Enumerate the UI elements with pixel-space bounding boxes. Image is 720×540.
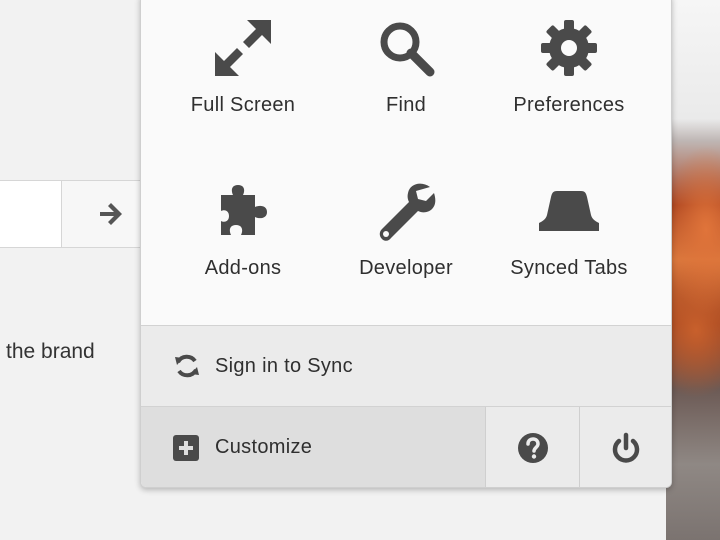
menu-item-full-screen[interactable]: Full Screen xyxy=(161,16,325,166)
puzzle-piece-icon xyxy=(221,185,267,235)
menu-item-synced-tabs[interactable]: Synced Tabs xyxy=(487,179,651,329)
help-icon xyxy=(517,432,548,463)
sync-icon xyxy=(175,354,199,378)
menu-item-developer[interactable]: Developer xyxy=(324,179,488,329)
quit-button[interactable] xyxy=(580,407,671,487)
url-input[interactable] xyxy=(0,180,62,248)
customize-button[interactable]: Customize xyxy=(141,407,486,487)
page-body-text: the brand xyxy=(6,340,95,363)
help-button[interactable] xyxy=(486,407,580,487)
search-icon xyxy=(380,22,435,77)
menu-item-find[interactable]: Find xyxy=(324,16,488,166)
menu-grid: Full Screen Find Preferences Add-ons Dev… xyxy=(141,0,671,325)
menu-item-preferences[interactable]: Preferences xyxy=(487,16,651,166)
menu-item-label: Preferences xyxy=(513,94,625,116)
menu-footer: Customize xyxy=(141,407,671,487)
gear-icon xyxy=(541,20,597,76)
wrench-icon xyxy=(379,183,436,241)
go-button[interactable] xyxy=(62,180,142,248)
customize-label: Customize xyxy=(215,436,313,458)
menu-item-label: Full Screen xyxy=(190,94,296,116)
sync-label: Sign in to Sync xyxy=(215,354,353,377)
menu-item-label: Find xyxy=(385,94,427,116)
sign-in-to-sync-button[interactable]: Sign in to Sync xyxy=(141,325,671,407)
menu-item-label: Synced Tabs xyxy=(510,257,628,279)
fullscreen-icon xyxy=(215,20,271,76)
menu-item-label: Developer xyxy=(359,257,453,279)
desktop-wallpaper xyxy=(666,0,720,540)
app-menu-panel: Full Screen Find Preferences Add-ons Dev… xyxy=(140,0,672,488)
power-icon xyxy=(612,432,639,463)
plus-icon xyxy=(173,434,199,461)
menu-item-label: Add-ons xyxy=(204,257,282,279)
menu-item-add-ons[interactable]: Add-ons xyxy=(161,179,325,329)
synced-tabs-icon xyxy=(539,191,599,231)
arrow-right-icon xyxy=(100,203,122,225)
